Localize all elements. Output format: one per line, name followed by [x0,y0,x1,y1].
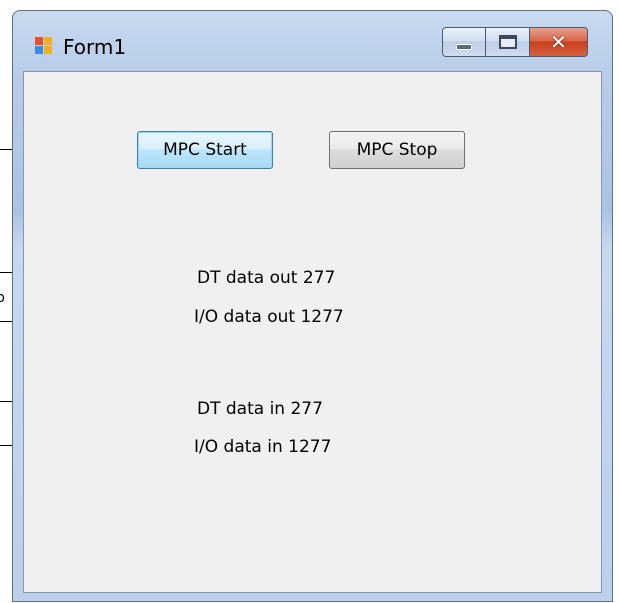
form-window: Form1 ✕ MPC Start MPC Stop DT data out 2… [12,10,613,602]
dt-data-in-label: DT data in 277 [197,399,323,419]
maximize-icon [498,35,517,49]
maximize-button[interactable] [486,27,530,57]
io-data-out-label: I/O data out 1277 [194,307,344,327]
minimize-button[interactable] [442,27,486,57]
io-data-in-label: I/O data in 1277 [194,437,332,457]
close-button[interactable]: ✕ [530,27,588,57]
mpc-stop-button[interactable]: MPC Stop [329,131,465,169]
client-area: MPC Start MPC Stop DT data out 277 I/O d… [23,71,602,593]
annotation-stray-mark: b [0,290,5,306]
close-icon: ✕ [550,30,567,54]
dt-data-out-label: DT data out 277 [197,268,336,288]
mpc-start-button[interactable]: MPC Start [137,131,273,169]
title-bar[interactable]: Form1 ✕ [13,11,612,71]
caption-buttons: ✕ [442,27,588,57]
app-icon[interactable] [35,37,53,55]
minimize-icon [456,44,472,50]
window-title: Form1 [63,35,127,59]
